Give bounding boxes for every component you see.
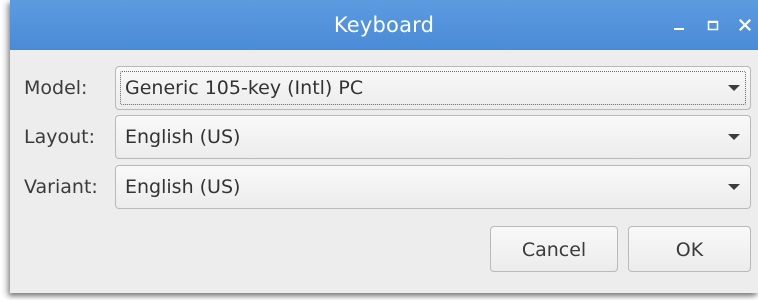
- maximize-icon: [707, 20, 719, 31]
- chevron-down-icon: [728, 85, 740, 91]
- cancel-button[interactable]: Cancel: [490, 226, 618, 272]
- close-icon: [739, 19, 751, 31]
- chevron-down-icon: [728, 184, 740, 190]
- layout-dropdown[interactable]: English (US): [115, 115, 751, 159]
- close-button[interactable]: [734, 0, 756, 50]
- variant-value: English (US): [125, 176, 241, 198]
- chevron-down-icon: [728, 134, 740, 140]
- layout-label: Layout:: [24, 126, 95, 148]
- window-title: Keyboard: [333, 13, 435, 37]
- title-bar[interactable]: Keyboard: [10, 0, 758, 50]
- keyboard-dialog: Keyboard Model: Generic 105-key (Intl) P…: [10, 0, 758, 293]
- model-value: Generic 105-key (Intl) PC: [125, 77, 364, 99]
- variant-label: Variant:: [24, 176, 98, 198]
- model-dropdown[interactable]: Generic 105-key (Intl) PC: [115, 66, 751, 110]
- minimize-icon: [674, 28, 684, 30]
- layout-value: English (US): [125, 126, 241, 148]
- maximize-button[interactable]: [702, 0, 724, 50]
- variant-dropdown[interactable]: English (US): [115, 165, 751, 209]
- model-label: Model:: [24, 77, 88, 99]
- minimize-button[interactable]: [668, 0, 690, 50]
- ok-button[interactable]: OK: [628, 226, 751, 272]
